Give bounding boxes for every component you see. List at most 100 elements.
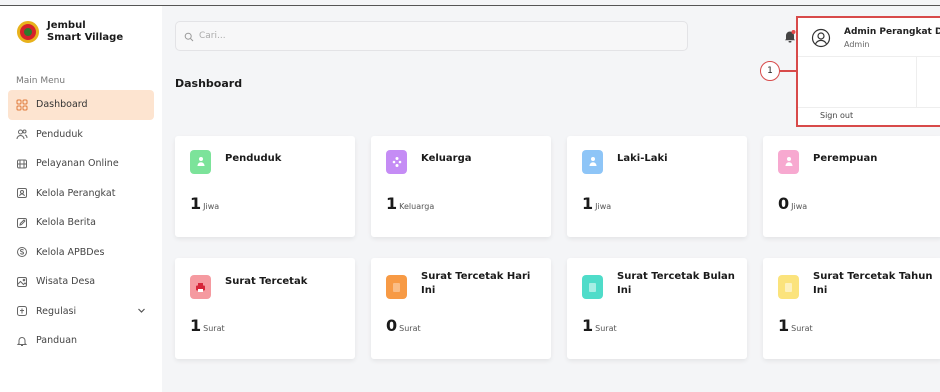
- sidebar-item-label: Kelola Perangkat: [36, 187, 116, 199]
- sidebar-item-kelola-perangkat[interactable]: Kelola Perangkat: [8, 179, 154, 209]
- callout-number: 1: [767, 66, 773, 76]
- sidebar-item-label: Kelola Berita: [36, 217, 96, 229]
- user-avatar-icon[interactable]: [811, 28, 831, 52]
- book-icon: [16, 305, 28, 317]
- callout-connector: [780, 70, 796, 72]
- sign-out-link[interactable]: Sign out: [820, 111, 853, 120]
- sidebar-item-label: Regulasi: [36, 305, 77, 317]
- card-number: 1: [582, 194, 594, 213]
- document-icon: [778, 275, 799, 299]
- money-icon: [16, 246, 28, 258]
- search-bar[interactable]: [175, 21, 688, 51]
- brand[interactable]: Jembul Smart Village: [17, 20, 123, 44]
- card-title: Surat Tercetak Tahun Ini: [813, 271, 933, 296]
- dropdown-divider: [798, 56, 940, 57]
- grid-icon: [16, 99, 28, 111]
- brand-name-line1: Jembul: [47, 20, 86, 31]
- sidebar-item-label: Wisata Desa: [36, 276, 96, 288]
- stat-card-surat-tahun-ini[interactable]: Surat Tercetak Tahun Ini 1 Surat: [763, 258, 940, 359]
- card-number: 0: [778, 194, 790, 213]
- document-icon: [386, 275, 407, 299]
- card-value: 0 Jiwa: [778, 194, 807, 213]
- sidebar-item-wisata-desa[interactable]: Wisata Desa: [8, 267, 154, 297]
- sidebar-item-regulasi[interactable]: Regulasi: [8, 297, 154, 327]
- card-title: Keluarga: [421, 153, 472, 164]
- sidebar: Jembul Smart Village Main Menu Dashboard…: [0, 6, 162, 392]
- dropdown-vertical-divider: [916, 57, 917, 107]
- user-name: Admin Perangkat Desa: [844, 27, 940, 37]
- search-input[interactable]: [199, 31, 599, 41]
- stat-card-perempuan[interactable]: Perempuan 0 Jiwa: [763, 136, 940, 237]
- card-unit: Keluarga: [399, 202, 435, 211]
- sidebar-item-dashboard[interactable]: Dashboard: [8, 90, 154, 120]
- sidebar-item-kelola-berita[interactable]: Kelola Berita: [8, 208, 154, 238]
- notification-bell-icon[interactable]: [784, 28, 796, 47]
- card-unit: Jiwa: [791, 202, 808, 211]
- annotation-callout: 1: [760, 61, 780, 81]
- family-icon: [386, 150, 407, 174]
- card-title: Surat Tercetak Bulan Ini: [617, 271, 735, 296]
- card-value: 1 Jiwa: [582, 194, 611, 213]
- sidebar-item-penduduk[interactable]: Penduduk: [8, 120, 154, 150]
- card-unit: Jiwa: [595, 202, 612, 211]
- user-role: Admin: [844, 40, 870, 49]
- card-value: 1 Surat: [582, 316, 617, 335]
- card-value: 1 Surat: [190, 316, 225, 335]
- stat-card-laki-laki[interactable]: Laki-Laki 1 Jiwa: [567, 136, 747, 237]
- person-icon: [190, 150, 211, 174]
- image-icon: [16, 276, 28, 288]
- village-logo-icon: [17, 21, 39, 43]
- card-title: Surat Tercetak Hari Ini: [421, 271, 531, 296]
- card-value: 1 Keluarga: [386, 194, 434, 213]
- card-number: 1: [190, 316, 202, 335]
- brand-name-line2: Smart Village: [47, 32, 124, 43]
- sidebar-item-panduan[interactable]: Panduan: [8, 326, 154, 356]
- id-card-icon: [16, 187, 28, 199]
- dropdown-divider: [798, 107, 940, 108]
- card-title: Surat Tercetak: [225, 276, 308, 287]
- search-icon: [184, 27, 194, 46]
- users-icon: [16, 128, 28, 140]
- sidebar-item-label: Kelola APBDes: [36, 246, 105, 258]
- sidebar-item-label: Pelayanan Online: [36, 158, 119, 170]
- card-number: 1: [582, 316, 594, 335]
- card-value: 1 Jiwa: [190, 194, 219, 213]
- card-value: 1 Surat: [778, 316, 813, 335]
- stat-card-penduduk[interactable]: Penduduk 1 Jiwa: [175, 136, 355, 237]
- male-icon: [582, 150, 603, 174]
- card-number: 0: [386, 316, 398, 335]
- sidebar-item-kelola-apbdes[interactable]: Kelola APBDes: [8, 238, 154, 268]
- brand-name: Jembul Smart Village: [47, 20, 123, 44]
- card-unit: Surat: [595, 324, 617, 333]
- stat-card-keluarga[interactable]: Keluarga 1 Keluarga: [371, 136, 551, 237]
- stat-card-surat-hari-ini[interactable]: Surat Tercetak Hari Ini 0 Surat: [371, 258, 551, 359]
- stat-card-surat-bulan-ini[interactable]: Surat Tercetak Bulan Ini 1 Surat: [567, 258, 747, 359]
- service-icon: [16, 158, 28, 170]
- sidebar-menu: Dashboard Penduduk Pelayanan Online Kelo…: [8, 90, 154, 356]
- card-unit: Jiwa: [203, 202, 220, 211]
- sidebar-item-pelayanan-online[interactable]: Pelayanan Online: [8, 149, 154, 179]
- card-unit: Surat: [203, 324, 225, 333]
- chevron-down-icon[interactable]: [137, 306, 146, 318]
- card-title: Laki-Laki: [617, 153, 668, 164]
- stat-card-surat-tercetak[interactable]: Surat Tercetak 1 Surat: [175, 258, 355, 359]
- pencil-icon: [16, 217, 28, 229]
- card-number: 1: [190, 194, 202, 213]
- user-dropdown: Admin Perangkat Desa Admin Sign out: [796, 16, 940, 127]
- card-unit: Surat: [399, 324, 421, 333]
- sidebar-item-label: Dashboard: [36, 99, 88, 111]
- female-icon: [778, 150, 799, 174]
- printer-icon: [190, 275, 211, 299]
- main-menu-label: Main Menu: [16, 76, 66, 86]
- card-number: 1: [386, 194, 398, 213]
- card-value: 0 Surat: [386, 316, 421, 335]
- card-unit: Surat: [791, 324, 813, 333]
- card-title: Perempuan: [813, 153, 878, 164]
- sidebar-item-label: Panduan: [36, 335, 78, 347]
- card-number: 1: [778, 316, 790, 335]
- sidebar-item-label: Penduduk: [36, 128, 83, 140]
- document-icon: [582, 275, 603, 299]
- page-title: Dashboard: [175, 77, 243, 90]
- bell-icon: [16, 335, 28, 347]
- card-title: Penduduk: [225, 153, 282, 164]
